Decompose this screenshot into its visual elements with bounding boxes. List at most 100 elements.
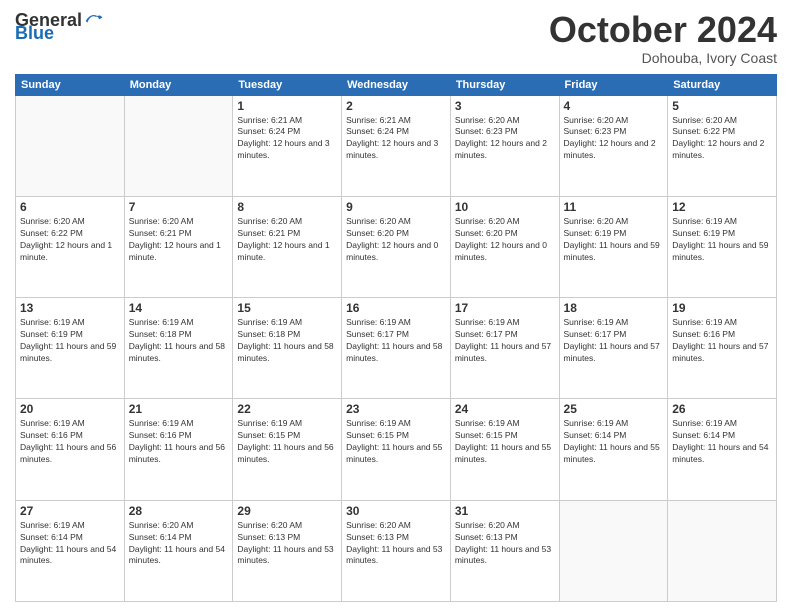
location: Dohouba, Ivory Coast bbox=[549, 50, 777, 66]
calendar-cell: 29 Sunrise: 6:20 AM Sunset: 6:13 PM Dayli… bbox=[233, 500, 342, 601]
calendar-cell: 28 Sunrise: 6:20 AM Sunset: 6:14 PM Dayli… bbox=[124, 500, 233, 601]
day-info: Sunrise: 6:20 AM Sunset: 6:23 PM Dayligh… bbox=[564, 115, 664, 163]
day-number: 13 bbox=[20, 301, 120, 315]
day-number: 25 bbox=[564, 402, 664, 416]
day-info: Sunrise: 6:20 AM Sunset: 6:13 PM Dayligh… bbox=[237, 520, 337, 568]
calendar-cell: 20 Sunrise: 6:19 AM Sunset: 6:16 PM Dayli… bbox=[16, 399, 125, 500]
calendar-cell: 5 Sunrise: 6:20 AM Sunset: 6:22 PM Daylig… bbox=[668, 95, 777, 196]
day-info: Sunrise: 6:20 AM Sunset: 6:23 PM Dayligh… bbox=[455, 115, 555, 163]
day-info: Sunrise: 6:19 AM Sunset: 6:15 PM Dayligh… bbox=[346, 418, 446, 466]
day-number: 7 bbox=[129, 200, 229, 214]
day-number: 16 bbox=[346, 301, 446, 315]
day-info: Sunrise: 6:19 AM Sunset: 6:18 PM Dayligh… bbox=[129, 317, 229, 365]
week-row-5: 27Sunrise: 6:19 AM Sunset: 6:14 PM Dayli… bbox=[16, 500, 777, 601]
calendar-cell: 8Sunrise: 6:20 AM Sunset: 6:21 PM Daylig… bbox=[233, 196, 342, 297]
day-number: 2 bbox=[346, 99, 446, 113]
day-number: 6 bbox=[20, 200, 120, 214]
day-number: 9 bbox=[346, 200, 446, 214]
day-info: Sunrise: 6:21 AM Sunset: 6:24 PM Dayligh… bbox=[237, 115, 337, 163]
week-row-2: 6 Sunrise: 6:20 AM Sunset: 6:22 PM Daylig… bbox=[16, 196, 777, 297]
day-info: Sunrise: 6:19 AM Sunset: 6:14 PM Dayligh… bbox=[564, 418, 664, 466]
calendar-cell: 31 Sunrise: 6:20 AM Sunset: 6:13 PM Dayli… bbox=[450, 500, 559, 601]
logo-blue: Blue bbox=[15, 23, 54, 44]
day-info: Sunrise: 6:19 AM Sunset: 6:16 PM Dayligh… bbox=[20, 418, 120, 466]
day-number: 1 bbox=[237, 99, 337, 113]
calendar-cell: 22 Sunrise: 6:19 AM Sunset: 6:15 PM Dayli… bbox=[233, 399, 342, 500]
day-info: Sunrise: 6:19 AM Sunset: 6:17 PM Dayligh… bbox=[564, 317, 664, 365]
day-info: Sunrise: 6:20 AM Sunset: 6:13 PM Dayligh… bbox=[346, 520, 446, 568]
day-number: 5 bbox=[672, 99, 772, 113]
weekday-header-saturday: Saturday bbox=[668, 74, 777, 95]
calendar-cell: 4 Sunrise: 6:20 AM Sunset: 6:23 PM Daylig… bbox=[559, 95, 668, 196]
calendar-cell: 23Sunrise: 6:19 AM Sunset: 6:15 PM Dayli… bbox=[342, 399, 451, 500]
day-number: 27 bbox=[20, 504, 120, 518]
calendar-cell: 3 Sunrise: 6:20 AM Sunset: 6:23 PM Daylig… bbox=[450, 95, 559, 196]
logo-icon bbox=[84, 11, 104, 31]
calendar-cell: 7 Sunrise: 6:20 AM Sunset: 6:21 PM Daylig… bbox=[124, 196, 233, 297]
calendar-cell bbox=[124, 95, 233, 196]
calendar-cell bbox=[668, 500, 777, 601]
day-number: 20 bbox=[20, 402, 120, 416]
day-info: Sunrise: 6:20 AM Sunset: 6:13 PM Dayligh… bbox=[455, 520, 555, 568]
day-info: Sunrise: 6:19 AM Sunset: 6:15 PM Dayligh… bbox=[237, 418, 337, 466]
calendar-cell: 16Sunrise: 6:19 AM Sunset: 6:17 PM Dayli… bbox=[342, 298, 451, 399]
calendar-cell: 30Sunrise: 6:20 AM Sunset: 6:13 PM Dayli… bbox=[342, 500, 451, 601]
day-number: 22 bbox=[237, 402, 337, 416]
calendar: SundayMondayTuesdayWednesdayThursdayFrid… bbox=[15, 74, 777, 602]
day-info: Sunrise: 6:20 AM Sunset: 6:22 PM Dayligh… bbox=[20, 216, 120, 264]
day-number: 3 bbox=[455, 99, 555, 113]
day-number: 29 bbox=[237, 504, 337, 518]
title-section: October 2024 Dohouba, Ivory Coast bbox=[549, 10, 777, 66]
day-info: Sunrise: 6:19 AM Sunset: 6:16 PM Dayligh… bbox=[672, 317, 772, 365]
day-info: Sunrise: 6:19 AM Sunset: 6:15 PM Dayligh… bbox=[455, 418, 555, 466]
calendar-cell: 26Sunrise: 6:19 AM Sunset: 6:14 PM Dayli… bbox=[668, 399, 777, 500]
calendar-cell: 2Sunrise: 6:21 AM Sunset: 6:24 PM Daylig… bbox=[342, 95, 451, 196]
day-number: 26 bbox=[672, 402, 772, 416]
day-number: 8 bbox=[237, 200, 337, 214]
calendar-body: 1 Sunrise: 6:21 AM Sunset: 6:24 PM Daylig… bbox=[16, 95, 777, 601]
day-number: 10 bbox=[455, 200, 555, 214]
week-row-4: 20 Sunrise: 6:19 AM Sunset: 6:16 PM Dayli… bbox=[16, 399, 777, 500]
calendar-cell: 6 Sunrise: 6:20 AM Sunset: 6:22 PM Daylig… bbox=[16, 196, 125, 297]
header: General Blue October 2024 Dohouba, Ivory… bbox=[15, 10, 777, 66]
day-number: 4 bbox=[564, 99, 664, 113]
day-number: 17 bbox=[455, 301, 555, 315]
calendar-cell: 14 Sunrise: 6:19 AM Sunset: 6:18 PM Dayli… bbox=[124, 298, 233, 399]
day-number: 11 bbox=[564, 200, 664, 214]
calendar-cell: 27Sunrise: 6:19 AM Sunset: 6:14 PM Dayli… bbox=[16, 500, 125, 601]
day-info: Sunrise: 6:19 AM Sunset: 6:16 PM Dayligh… bbox=[129, 418, 229, 466]
calendar-cell: 25 Sunrise: 6:19 AM Sunset: 6:14 PM Dayli… bbox=[559, 399, 668, 500]
day-number: 14 bbox=[129, 301, 229, 315]
weekday-header-sunday: Sunday bbox=[16, 74, 125, 95]
day-info: Sunrise: 6:19 AM Sunset: 6:19 PM Dayligh… bbox=[672, 216, 772, 264]
weekday-header-tuesday: Tuesday bbox=[233, 74, 342, 95]
calendar-header: SundayMondayTuesdayWednesdayThursdayFrid… bbox=[16, 74, 777, 95]
day-number: 12 bbox=[672, 200, 772, 214]
day-info: Sunrise: 6:20 AM Sunset: 6:20 PM Dayligh… bbox=[455, 216, 555, 264]
calendar-cell: 17 Sunrise: 6:19 AM Sunset: 6:17 PM Dayli… bbox=[450, 298, 559, 399]
page: General Blue October 2024 Dohouba, Ivory… bbox=[0, 0, 792, 612]
calendar-cell: 11 Sunrise: 6:20 AM Sunset: 6:19 PM Dayli… bbox=[559, 196, 668, 297]
day-number: 28 bbox=[129, 504, 229, 518]
day-number: 31 bbox=[455, 504, 555, 518]
logo: General Blue bbox=[15, 10, 104, 44]
calendar-cell: 9Sunrise: 6:20 AM Sunset: 6:20 PM Daylig… bbox=[342, 196, 451, 297]
day-info: Sunrise: 6:20 AM Sunset: 6:22 PM Dayligh… bbox=[672, 115, 772, 163]
day-info: Sunrise: 6:20 AM Sunset: 6:14 PM Dayligh… bbox=[129, 520, 229, 568]
month-title: October 2024 bbox=[549, 10, 777, 50]
weekday-header-wednesday: Wednesday bbox=[342, 74, 451, 95]
calendar-cell: 13Sunrise: 6:19 AM Sunset: 6:19 PM Dayli… bbox=[16, 298, 125, 399]
day-number: 21 bbox=[129, 402, 229, 416]
day-info: Sunrise: 6:19 AM Sunset: 6:17 PM Dayligh… bbox=[455, 317, 555, 365]
day-info: Sunrise: 6:20 AM Sunset: 6:21 PM Dayligh… bbox=[129, 216, 229, 264]
day-number: 18 bbox=[564, 301, 664, 315]
day-number: 24 bbox=[455, 402, 555, 416]
week-row-1: 1 Sunrise: 6:21 AM Sunset: 6:24 PM Daylig… bbox=[16, 95, 777, 196]
calendar-cell: 21 Sunrise: 6:19 AM Sunset: 6:16 PM Dayli… bbox=[124, 399, 233, 500]
day-number: 15 bbox=[237, 301, 337, 315]
weekday-row: SundayMondayTuesdayWednesdayThursdayFrid… bbox=[16, 74, 777, 95]
calendar-cell bbox=[559, 500, 668, 601]
weekday-header-thursday: Thursday bbox=[450, 74, 559, 95]
day-info: Sunrise: 6:20 AM Sunset: 6:19 PM Dayligh… bbox=[564, 216, 664, 264]
calendar-cell: 18 Sunrise: 6:19 AM Sunset: 6:17 PM Dayli… bbox=[559, 298, 668, 399]
